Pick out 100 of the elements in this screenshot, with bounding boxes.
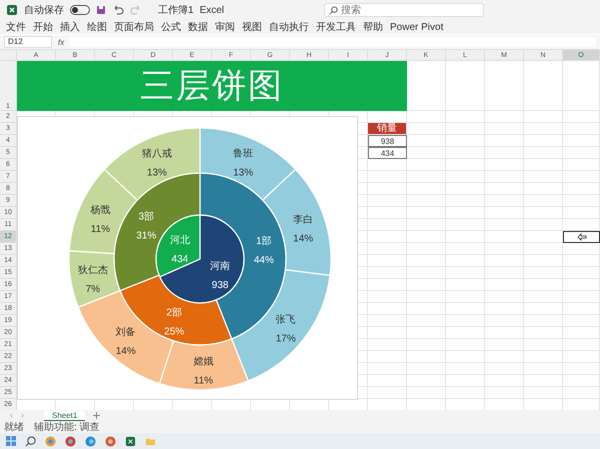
status-text: 辅助功能: 调查 — [34, 420, 100, 434]
undo-icon[interactable] — [112, 5, 124, 15]
grid-cell — [407, 61, 446, 111]
grid-cell — [524, 61, 563, 111]
search-icon — [329, 6, 338, 14]
name-box[interactable]: D12 — [4, 36, 52, 48]
autosave-toggle[interactable] — [70, 5, 90, 15]
ribbon-tab[interactable]: 绘图 — [87, 20, 107, 34]
ribbon-tab[interactable]: 视图 — [242, 20, 262, 34]
grid-cell — [524, 351, 563, 363]
grid-cell — [563, 195, 600, 207]
search-field[interactable]: 搜索 — [324, 3, 484, 17]
category-label: 杨戬 — [90, 204, 110, 216]
grid-cell — [407, 195, 446, 207]
grid-cell — [485, 291, 524, 303]
grid-cell — [524, 315, 563, 327]
save-icon[interactable] — [96, 5, 106, 15]
ribbon-tab[interactable]: 页面布局 — [114, 20, 154, 34]
category-label: 鲁班 — [233, 148, 254, 160]
search-icon[interactable] — [25, 436, 36, 446]
grid-cell — [485, 159, 524, 171]
pointer-icon — [576, 233, 586, 241]
browser-icon[interactable] — [45, 436, 56, 446]
spreadsheet-icon[interactable] — [125, 436, 136, 446]
grid-cell — [368, 207, 407, 219]
selected-cell[interactable] — [563, 231, 600, 243]
presentation-icon[interactable] — [105, 436, 116, 446]
ribbon-tab[interactable]: 审阅 — [215, 20, 235, 34]
grid-cell — [485, 267, 524, 279]
data-label: 44% — [254, 254, 274, 266]
ribbon-tab[interactable]: 公式 — [161, 20, 181, 34]
grid-cell — [446, 111, 485, 123]
data-label: 14% — [293, 233, 314, 244]
category-label: 李白 — [293, 214, 314, 226]
ribbon-tab[interactable]: 自动执行 — [269, 20, 309, 34]
category-label: 猪八戒 — [142, 148, 172, 160]
grid-cell — [446, 123, 485, 135]
grid-cell — [368, 243, 407, 255]
grid-cell — [485, 327, 524, 339]
function-button[interactable]: fx — [58, 38, 64, 46]
ribbon-tab[interactable]: 文件 — [6, 20, 26, 34]
grid-cell — [563, 219, 600, 231]
grid-cell — [524, 363, 563, 375]
grid-cell — [524, 291, 563, 303]
grid-cell — [563, 159, 600, 171]
grid-cell — [563, 351, 600, 363]
browser-icon[interactable] — [85, 436, 96, 446]
ribbon-tab[interactable]: 数据 — [188, 20, 208, 34]
grid-cell — [446, 291, 485, 303]
grid-cell — [368, 375, 407, 387]
grid-cell — [524, 267, 563, 279]
category-label: 2部 — [166, 308, 182, 319]
grid-cell — [485, 339, 524, 351]
grid-cell — [446, 351, 485, 363]
table-cell: 938 — [368, 135, 407, 147]
data-label: 31% — [136, 230, 156, 242]
category-label: 狄仁杰 — [78, 264, 108, 276]
grid-cell — [563, 339, 600, 351]
ribbon-tab[interactable]: Power Pivot — [390, 22, 444, 32]
grid-cell — [524, 207, 563, 219]
grid-cell — [524, 303, 563, 315]
grid-cell — [446, 219, 485, 231]
grid-cell — [485, 279, 524, 291]
grid-cell — [407, 291, 446, 303]
grid-cell — [524, 255, 563, 267]
spreadsheet-app-icon — [6, 4, 18, 16]
grid-cell — [368, 195, 407, 207]
app-icon[interactable] — [65, 436, 76, 446]
grid-cell — [563, 147, 600, 159]
grid-cell — [368, 171, 407, 183]
ribbon-tab[interactable]: 开始 — [33, 20, 53, 34]
grid-cell — [524, 123, 563, 135]
grid-cell — [368, 339, 407, 351]
add-sheet-icon[interactable] — [93, 412, 100, 419]
data-label: 434 — [172, 254, 188, 265]
grid-cell — [446, 135, 485, 147]
grid-cell — [446, 363, 485, 375]
grid-cell — [563, 291, 600, 303]
grid-cell — [407, 219, 446, 231]
grid-cell — [485, 111, 524, 123]
app-name: Excel — [200, 4, 224, 16]
grid-cell — [485, 303, 524, 315]
grid-cell — [407, 339, 446, 351]
grid-cell — [446, 147, 485, 159]
sheet-tab[interactable]: Sheet1 — [44, 410, 86, 420]
grid-cell — [563, 183, 600, 195]
grid-cell — [407, 207, 446, 219]
category-label: 嫦娥 — [193, 356, 214, 368]
grid-cell — [563, 243, 600, 255]
grid-cell — [446, 243, 485, 255]
grid-cell — [524, 195, 563, 207]
grid-cell — [485, 231, 524, 243]
grid-cell — [485, 315, 524, 327]
grid-cell — [407, 135, 446, 147]
start-icon[interactable] — [6, 436, 16, 446]
ribbon-tab[interactable]: 开发工具 — [316, 20, 356, 34]
title-banner: 三层饼图 — [17, 61, 407, 111]
grid-cell — [485, 207, 524, 219]
ribbon-tab[interactable]: 插入 — [60, 20, 80, 34]
ribbon-tab[interactable]: 帮助 — [363, 20, 383, 34]
